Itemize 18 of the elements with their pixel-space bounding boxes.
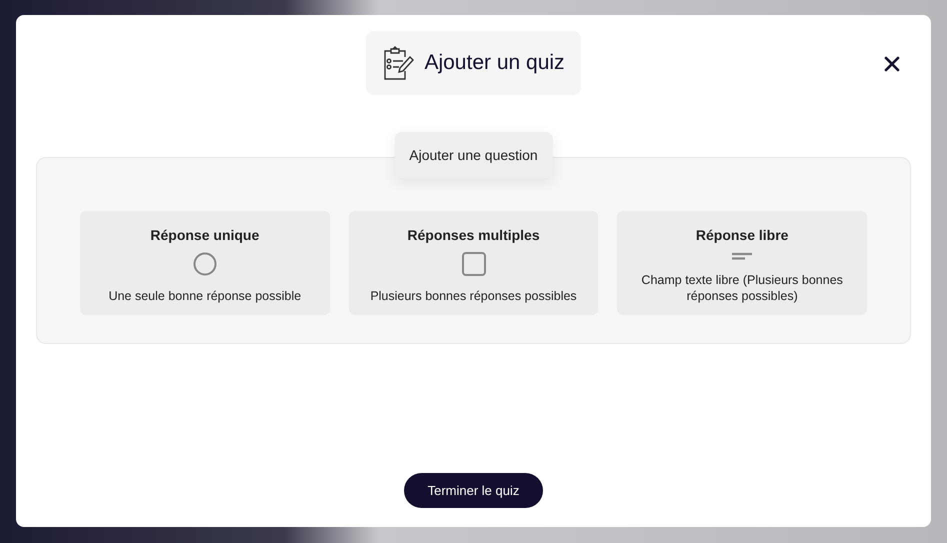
card-description: Une seule bonne réponse possible: [108, 288, 302, 304]
close-button[interactable]: [883, 55, 901, 73]
card-title: Réponses multiples: [407, 227, 540, 243]
clipboard-icon: [382, 45, 414, 81]
checkbox-icon: [462, 252, 486, 276]
dialog-title: Ajouter un quiz: [424, 51, 565, 75]
finish-button[interactable]: Terminer le quiz: [404, 473, 544, 508]
card-title: Réponse unique: [150, 227, 260, 243]
card-description: Plusieurs bonnes réponses possibles: [370, 288, 577, 304]
radio-icon: [192, 252, 217, 276]
text-lines-icon: [732, 252, 752, 260]
card-title: Réponse libre: [696, 227, 788, 243]
close-icon: [884, 56, 900, 72]
answer-type-card[interactable]: Réponse unique Une seule bonne réponse possible: [80, 211, 330, 315]
answer-type-card[interactable]: Réponses multiples Plusieurs bonnes réponses possibles: [348, 211, 598, 315]
answer-type-card[interactable]: Réponse libre Champ texte libre (Plusieurs bonnes réponses possibles): [617, 211, 868, 315]
card-description: Champ texte libre (Plusieurs bonnes réponses possibles): [640, 272, 844, 304]
section-label: Ajouter une question: [394, 132, 553, 178]
